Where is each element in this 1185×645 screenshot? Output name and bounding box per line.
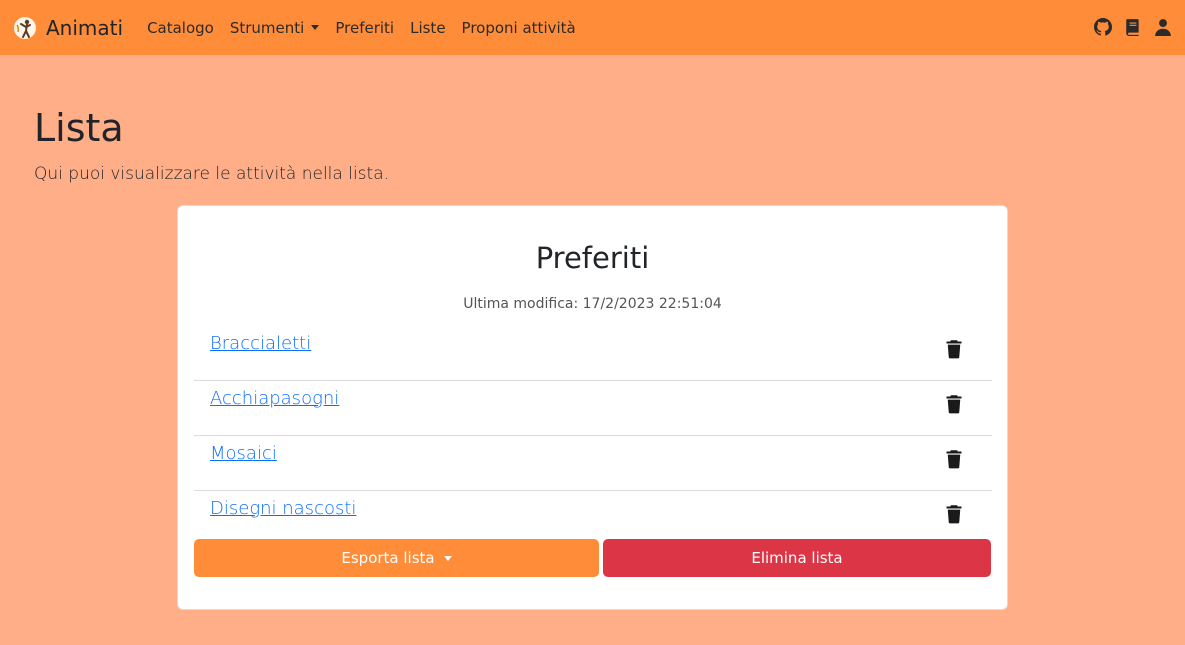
export-list-button[interactable]: Esporta lista	[194, 539, 599, 577]
brand-logo-icon	[14, 16, 36, 39]
trash-icon[interactable]	[944, 449, 964, 469]
nav-link-proponi-attivita[interactable]: Proponi attività	[462, 19, 576, 37]
list-item-link[interactable]: Braccialetti	[210, 333, 311, 354]
book-icon[interactable]	[1124, 18, 1142, 36]
brand[interactable]: Animati	[13, 16, 123, 40]
page-title: Lista	[34, 106, 124, 150]
list-card: Preferiti Ultima modifica: 17/2/2023 22:…	[177, 205, 1008, 610]
chevron-down-icon	[311, 25, 320, 30]
nav-links: Catalogo Strumenti Preferiti Liste Propo…	[147, 19, 592, 37]
navbar: Animati Catalogo Strumenti Preferiti Lis…	[0, 0, 1185, 55]
last-modified: Ultima modifica: 17/2/2023 22:51:04	[463, 296, 722, 312]
page-subtitle: Qui puoi visualizzare le attività nella …	[34, 164, 390, 184]
chevron-down-icon	[443, 555, 452, 561]
export-list-label: Esporta lista	[341, 549, 435, 567]
list-item-link[interactable]: Acchiapasogni	[210, 388, 339, 409]
trash-icon[interactable]	[944, 394, 964, 414]
trash-icon[interactable]	[944, 504, 964, 524]
nav-icons	[1082, 18, 1172, 36]
list-item: Braccialetti	[194, 326, 992, 381]
nav-link-catalogo[interactable]: Catalogo	[147, 19, 214, 37]
list-items: Braccialetti Acchiapasogni Mosaici Diseg…	[194, 326, 992, 546]
nav-link-strumenti-label: Strumenti	[229, 18, 305, 37]
list-item-link[interactable]: Disegni nascosti	[210, 498, 356, 519]
trash-icon[interactable]	[944, 339, 964, 359]
nav-link-preferiti[interactable]: Preferiti	[335, 19, 394, 37]
list-title: Preferiti	[535, 241, 650, 275]
list-item-link[interactable]: Mosaici	[210, 443, 277, 464]
brand-name: Animati	[46, 15, 124, 40]
delete-list-button[interactable]: Elimina lista	[603, 539, 991, 577]
list-item: Mosaici	[194, 436, 992, 491]
list-item: Disegni nascosti	[194, 491, 992, 546]
user-icon[interactable]	[1154, 18, 1172, 36]
nav-link-liste[interactable]: Liste	[410, 19, 445, 37]
nav-link-strumenti[interactable]: Strumenti	[229, 18, 320, 37]
list-item: Acchiapasogni	[194, 381, 992, 436]
github-icon[interactable]	[1094, 18, 1112, 36]
